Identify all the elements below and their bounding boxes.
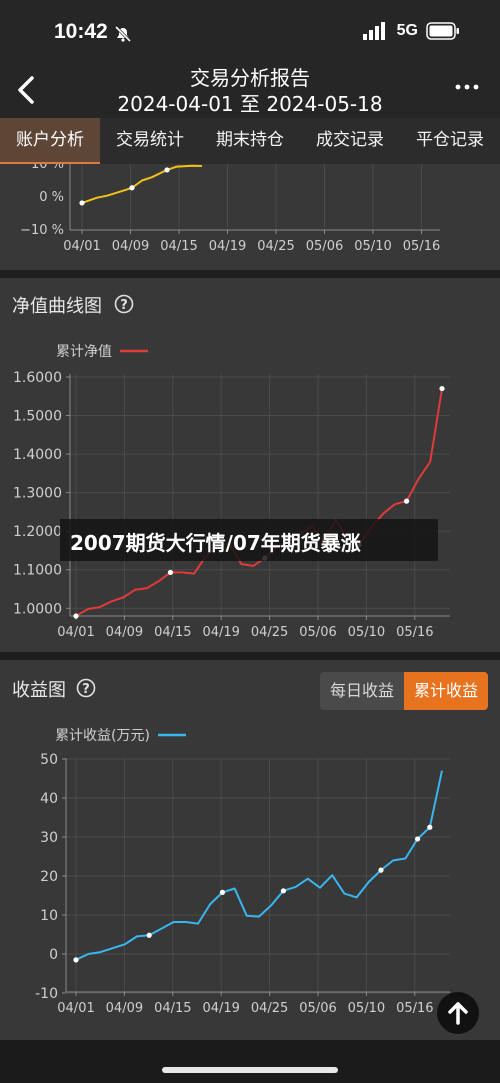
data-point[interactable] (219, 889, 225, 895)
x-tick-label: 04/19 (209, 239, 246, 254)
status-right: 5G (362, 22, 460, 40)
data-point[interactable] (427, 824, 433, 830)
y-tick-label: 1.4000 (13, 447, 62, 463)
nav-chart: 累计净值 1.0000 1.1000 1.2000 1.3000 1.4000 1.500… (13, 344, 450, 640)
battery-icon (426, 22, 459, 40)
tab-bar: 账户分析 交易统计 期末持仓 成交记录 平仓记录 (0, 118, 500, 164)
arrow-up-icon (448, 1002, 468, 1025)
cumulative-income-button[interactable]: 累计收益 (403, 672, 488, 710)
y-tick-label: 10 (40, 908, 58, 924)
tab-fill-records[interactable]: 成交记录 (300, 118, 400, 164)
y-tick-label: 1.0000 (13, 601, 62, 617)
more-button[interactable] (454, 74, 480, 100)
more-dots-icon (455, 84, 479, 90)
network-label: 5G (396, 22, 418, 39)
y-tick-label: 40 (40, 791, 58, 807)
legend-label: 累计净值 (56, 344, 112, 360)
x-tick-label: 04/25 (251, 625, 288, 640)
income-mode-toggle: 每日收益 累计收益 (319, 672, 488, 710)
x-tick-label: 05/10 (348, 625, 385, 640)
y-tick-label: -10 (35, 986, 58, 1002)
x-tick-label: 05/10 (354, 239, 391, 254)
x-tick-label: 04/19 (202, 1001, 239, 1016)
help-icon[interactable]: ? (76, 678, 96, 698)
status-time: 10:42 (54, 20, 108, 43)
nav-panel-title: 净值曲线图 (12, 296, 102, 317)
return-rate-chart: 10 % 0 % −10 % 04/01 04/09 04/15 04/19 04/25… (20, 157, 440, 254)
y-tick-label: 30 (40, 830, 58, 846)
x-tick-label: 04/09 (106, 625, 143, 640)
series-line (75, 388, 443, 617)
x-tick-label: 04/01 (57, 625, 94, 640)
tab-account-analysis[interactable]: 账户分析 (0, 118, 100, 164)
y-tick-label: 0 (49, 947, 58, 963)
status-bar: 10:42 5G (0, 0, 500, 60)
x-tick-label: 04/25 (251, 1001, 288, 1016)
income-panel: 收益图 ? 每日收益 累计收益 累计收益(万元) -10 0 10 20 30 40 50 … (0, 660, 500, 1040)
banner-text: 2007期货大行情/07年期货暴涨 (70, 531, 361, 555)
x-tick-label: 04/15 (154, 1001, 191, 1016)
signal-icon (362, 22, 385, 40)
y-tick-label: 50 (40, 752, 58, 768)
x-tick-label: 05/06 (299, 625, 336, 640)
page-title: 交易分析报告 (190, 66, 310, 90)
x-tick-label: 05/10 (348, 1001, 385, 1016)
x-tick-label: 05/16 (396, 625, 433, 640)
x-tick-label: 04/09 (106, 1001, 143, 1016)
scroll-to-top-button[interactable] (437, 992, 479, 1034)
x-tick-label: 04/15 (160, 239, 197, 254)
legend-label: 累计收益(万元) (55, 728, 150, 744)
data-point[interactable] (73, 957, 79, 963)
date-range: 2024-04-01 至 2024-05-18 (117, 92, 383, 116)
home-indicator (162, 1067, 338, 1073)
x-tick-label: 05/16 (403, 239, 440, 254)
y-tick: 10 % (31, 164, 64, 172)
x-tick-label: 04/09 (112, 239, 149, 254)
return-rate-panel: 10 % 0 % −10 % 04/01 04/09 04/15 04/19 04/25… (0, 157, 500, 270)
series-line (75, 770, 443, 961)
app-header: 交易分析报告 2024-04-01 至 2024-05-18 (0, 60, 500, 118)
data-point[interactable] (415, 836, 421, 842)
data-point[interactable] (164, 167, 170, 173)
y-tick: −10 % (20, 223, 64, 238)
y-tick-label: 1.2000 (13, 524, 62, 540)
x-tick-label: 04/25 (257, 239, 294, 254)
y-tick-label: 1.5000 (13, 409, 62, 425)
daily-income-button[interactable]: 每日收益 (319, 672, 404, 710)
x-tick-label: 04/01 (63, 239, 100, 254)
y-tick-label: 1.1000 (13, 563, 62, 579)
y-tick: 0 % (39, 190, 64, 205)
data-point[interactable] (79, 200, 85, 206)
bottom-strip (0, 1040, 500, 1083)
data-point[interactable] (167, 569, 174, 576)
tab-close-records[interactable]: 平仓记录 (400, 118, 500, 164)
data-point[interactable] (439, 385, 445, 392)
mute-bell-icon (114, 25, 132, 43)
x-tick-label: 04/19 (202, 625, 239, 640)
data-point[interactable] (280, 888, 286, 894)
article-banner[interactable]: 2007期货大行情/07年期货暴涨 (60, 519, 438, 561)
tab-period-positions[interactable]: 期末持仓 (200, 118, 300, 164)
series-line (81, 164, 203, 204)
x-tick-label: 05/06 (306, 239, 343, 254)
income-chart: 累计收益(万元) -10 0 10 20 30 40 50 04/01 04/09 04/15 0… (35, 728, 450, 1016)
help-icon[interactable]: ? (114, 294, 134, 314)
x-tick-label: 05/16 (396, 1001, 433, 1016)
tab-trade-stats[interactable]: 交易统计 (100, 118, 200, 164)
x-tick-label: 04/01 (57, 1001, 94, 1016)
income-panel-title: 收益图 (12, 680, 66, 701)
nav-panel: 净值曲线图 ? 累计净值 1.0000 1.1000 1.2000 1.3000 1.4… (0, 278, 500, 652)
y-tick-label: 1.3000 (13, 486, 62, 502)
y-tick-label: 1.6000 (13, 370, 62, 386)
data-point[interactable] (403, 498, 410, 504)
data-point[interactable] (73, 613, 79, 619)
svg-text:?: ? (120, 298, 128, 313)
y-tick-label: 20 (40, 869, 58, 885)
svg-text:?: ? (82, 682, 90, 697)
data-point[interactable] (378, 867, 384, 873)
x-tick-label: 04/15 (154, 625, 191, 640)
data-point[interactable] (129, 185, 135, 191)
x-tick-label: 05/06 (299, 1001, 336, 1016)
data-point[interactable] (146, 932, 152, 938)
